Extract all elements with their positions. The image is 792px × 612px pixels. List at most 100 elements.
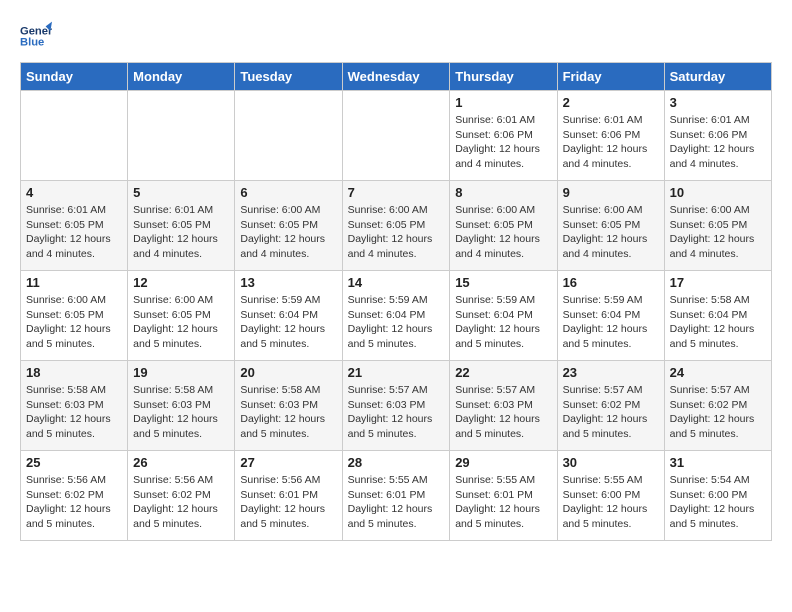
calendar-cell: 17Sunrise: 5:58 AM Sunset: 6:04 PM Dayli… [664,271,771,361]
weekday-header-tuesday: Tuesday [235,63,342,91]
calendar-cell: 2Sunrise: 6:01 AM Sunset: 6:06 PM Daylig… [557,91,664,181]
weekday-header-monday: Monday [128,63,235,91]
day-number: 6 [240,185,336,200]
calendar-week-row: 1 Sunrise: 6:01 AM Sunset: 6:06 PM Daylig… [21,91,772,181]
page-header: General Blue [20,20,772,52]
day-info: Sunrise: 5:59 AM Sunset: 6:04 PM Dayligh… [455,293,551,352]
day-info: Sunrise: 5:56 AM Sunset: 6:01 PM Dayligh… [240,473,336,532]
day-info: Sunrise: 5:57 AM Sunset: 6:03 PM Dayligh… [348,383,445,442]
day-number: 15 [455,275,551,290]
day-info: Sunrise: 5:57 AM Sunset: 6:02 PM Dayligh… [670,383,766,442]
day-number: 21 [348,365,445,380]
day-number: 11 [26,275,122,290]
calendar-cell: 21 Sunrise: 5:57 AM Sunset: 6:03 PM Dayli… [342,361,450,451]
calendar-cell: 1 Sunrise: 6:01 AM Sunset: 6:06 PM Daylig… [450,91,557,181]
calendar-cell [342,91,450,181]
calendar-cell: 16 Sunrise: 5:59 AM Sunset: 6:04 PM Dayli… [557,271,664,361]
calendar-cell: 25 Sunrise: 5:56 AM Sunset: 6:02 PM Dayli… [21,451,128,541]
calendar-week-row: 4 Sunrise: 6:01 AM Sunset: 6:05 PM Daylig… [21,181,772,271]
day-info: Sunrise: 5:58 AM Sunset: 6:03 PM Dayligh… [240,383,336,442]
calendar-cell: 14Sunrise: 5:59 AM Sunset: 6:04 PM Dayli… [342,271,450,361]
logo-icon: General Blue [20,20,52,52]
calendar-week-row: 11 Sunrise: 6:00 AM Sunset: 6:05 PM Dayli… [21,271,772,361]
calendar-body: 1 Sunrise: 6:01 AM Sunset: 6:06 PM Daylig… [21,91,772,541]
day-info: Sunrise: 5:54 AM Sunset: 6:00 PM Dayligh… [670,473,766,532]
day-number: 13 [240,275,336,290]
calendar-cell: 8Sunrise: 6:00 AM Sunset: 6:05 PM Daylig… [450,181,557,271]
calendar-cell: 15 Sunrise: 5:59 AM Sunset: 6:04 PM Dayli… [450,271,557,361]
weekday-header-wednesday: Wednesday [342,63,450,91]
day-number: 27 [240,455,336,470]
calendar-cell: 7 Sunrise: 6:00 AM Sunset: 6:05 PM Daylig… [342,181,450,271]
calendar-cell: 3Sunrise: 6:01 AM Sunset: 6:06 PM Daylig… [664,91,771,181]
day-number: 25 [26,455,122,470]
calendar-cell: 30 Sunrise: 5:55 AM Sunset: 6:00 PM Dayli… [557,451,664,541]
day-number: 14 [348,275,445,290]
day-info: Sunrise: 5:57 AM Sunset: 6:03 PM Dayligh… [455,383,551,442]
day-info: Sunrise: 5:56 AM Sunset: 6:02 PM Dayligh… [26,473,122,532]
calendar-cell: 19 Sunrise: 5:58 AM Sunset: 6:03 PM Dayli… [128,361,235,451]
calendar-header: SundayMondayTuesdayWednesdayThursdayFrid… [21,63,772,91]
calendar-cell: 12 Sunrise: 6:00 AM Sunset: 6:05 PM Dayli… [128,271,235,361]
day-info: Sunrise: 5:59 AM Sunset: 6:04 PM Dayligh… [240,293,336,352]
calendar-week-row: 25 Sunrise: 5:56 AM Sunset: 6:02 PM Dayli… [21,451,772,541]
day-number: 24 [670,365,766,380]
day-info: Sunrise: 6:01 AM Sunset: 6:06 PM Dayligh… [455,113,551,172]
calendar-cell: 20Sunrise: 5:58 AM Sunset: 6:03 PM Dayli… [235,361,342,451]
weekday-header-thursday: Thursday [450,63,557,91]
calendar-cell [235,91,342,181]
day-number: 4 [26,185,122,200]
calendar-cell: 23 Sunrise: 5:57 AM Sunset: 6:02 PM Dayli… [557,361,664,451]
day-number: 19 [133,365,229,380]
weekday-header-sunday: Sunday [21,63,128,91]
day-info: Sunrise: 6:00 AM Sunset: 6:05 PM Dayligh… [563,203,659,262]
calendar-cell: 27 Sunrise: 5:56 AM Sunset: 6:01 PM Dayli… [235,451,342,541]
calendar-cell: 18 Sunrise: 5:58 AM Sunset: 6:03 PM Dayli… [21,361,128,451]
day-number: 18 [26,365,122,380]
weekday-header-friday: Friday [557,63,664,91]
calendar-cell: 26 Sunrise: 5:56 AM Sunset: 6:02 PM Dayli… [128,451,235,541]
calendar-cell: 29 Sunrise: 5:55 AM Sunset: 6:01 PM Dayli… [450,451,557,541]
day-number: 28 [348,455,445,470]
day-number: 10 [670,185,766,200]
day-info: Sunrise: 6:00 AM Sunset: 6:05 PM Dayligh… [348,203,445,262]
day-info: Sunrise: 6:01 AM Sunset: 6:05 PM Dayligh… [133,203,229,262]
calendar-cell [128,91,235,181]
day-number: 9 [563,185,659,200]
day-info: Sunrise: 6:01 AM Sunset: 6:06 PM Dayligh… [563,113,659,172]
day-number: 16 [563,275,659,290]
day-info: Sunrise: 6:00 AM Sunset: 6:05 PM Dayligh… [26,293,122,352]
day-info: Sunrise: 6:00 AM Sunset: 6:05 PM Dayligh… [670,203,766,262]
weekday-header-row: SundayMondayTuesdayWednesdayThursdayFrid… [21,63,772,91]
day-number: 1 [455,95,551,110]
svg-text:Blue: Blue [20,37,44,49]
calendar-cell: 31 Sunrise: 5:54 AM Sunset: 6:00 PM Dayli… [664,451,771,541]
day-info: Sunrise: 5:58 AM Sunset: 6:03 PM Dayligh… [26,383,122,442]
day-info: Sunrise: 5:57 AM Sunset: 6:02 PM Dayligh… [563,383,659,442]
calendar-week-row: 18 Sunrise: 5:58 AM Sunset: 6:03 PM Dayli… [21,361,772,451]
day-info: Sunrise: 5:58 AM Sunset: 6:03 PM Dayligh… [133,383,229,442]
day-number: 29 [455,455,551,470]
day-number: 12 [133,275,229,290]
day-number: 23 [563,365,659,380]
day-number: 31 [670,455,766,470]
day-info: Sunrise: 6:00 AM Sunset: 6:05 PM Dayligh… [133,293,229,352]
weekday-header-saturday: Saturday [664,63,771,91]
day-info: Sunrise: 5:55 AM Sunset: 6:00 PM Dayligh… [563,473,659,532]
day-info: Sunrise: 5:56 AM Sunset: 6:02 PM Dayligh… [133,473,229,532]
day-info: Sunrise: 5:55 AM Sunset: 6:01 PM Dayligh… [348,473,445,532]
calendar-cell: 13 Sunrise: 5:59 AM Sunset: 6:04 PM Dayli… [235,271,342,361]
calendar-cell: 24 Sunrise: 5:57 AM Sunset: 6:02 PM Dayli… [664,361,771,451]
day-info: Sunrise: 6:01 AM Sunset: 6:05 PM Dayligh… [26,203,122,262]
day-number: 30 [563,455,659,470]
calendar-table: SundayMondayTuesdayWednesdayThursdayFrid… [20,62,772,541]
day-number: 26 [133,455,229,470]
day-number: 22 [455,365,551,380]
calendar-cell: 28 Sunrise: 5:55 AM Sunset: 6:01 PM Dayli… [342,451,450,541]
day-info: Sunrise: 5:55 AM Sunset: 6:01 PM Dayligh… [455,473,551,532]
logo: General Blue [20,20,52,52]
day-info: Sunrise: 6:01 AM Sunset: 6:06 PM Dayligh… [670,113,766,172]
day-number: 7 [348,185,445,200]
day-info: Sunrise: 5:59 AM Sunset: 6:04 PM Dayligh… [563,293,659,352]
calendar-cell: 4 Sunrise: 6:01 AM Sunset: 6:05 PM Daylig… [21,181,128,271]
